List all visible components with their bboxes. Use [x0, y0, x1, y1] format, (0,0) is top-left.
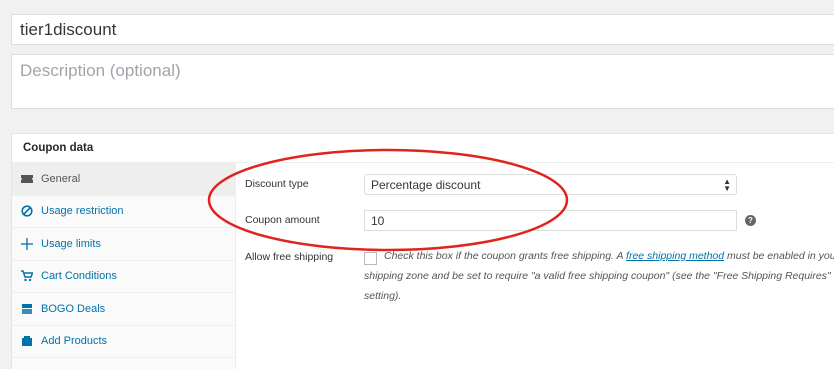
discount-type-select[interactable]: Percentage discount ▲ ▼: [364, 174, 737, 195]
general-fields: Discount type Percentage discount ▲ ▼ Cou…: [236, 163, 834, 369]
tab-label: Add Products: [41, 335, 108, 348]
ticket-icon: [20, 172, 33, 185]
coupon-data-panel: Coupon data General Usage restriction Us…: [11, 133, 834, 369]
tab-cart-conditions[interactable]: Cart Conditions: [12, 261, 235, 293]
discount-type-label: Discount type: [245, 178, 309, 190]
no-entry-icon: [20, 205, 33, 218]
deals-icon: [20, 302, 33, 315]
help-icon[interactable]: ?: [745, 215, 756, 226]
tab-bogo-deals[interactable]: BOGO Deals: [12, 293, 235, 326]
discount-type-value: Percentage discount: [371, 178, 481, 192]
free-shipping-method-link[interactable]: free shipping method: [626, 250, 724, 262]
tab-usage-limits[interactable]: Usage limits: [12, 228, 235, 261]
coupon-tabs: General Usage restriction Usage limits C…: [12, 163, 236, 369]
crosshair-icon: [20, 237, 33, 250]
free-shipping-description: Check this box if the coupon grants free…: [364, 246, 834, 306]
free-shipping-text-before: Check this box if the coupon grants free…: [384, 250, 627, 262]
coupon-amount-input[interactable]: [364, 210, 737, 231]
tab-label: Usage limits: [41, 237, 101, 250]
tab-label: BOGO Deals: [41, 302, 106, 315]
coupon-title-input[interactable]: [11, 14, 834, 45]
free-shipping-label: Allow free shipping: [245, 251, 334, 263]
tab-label: Usage restriction: [41, 205, 124, 218]
panel-title: Coupon data: [12, 134, 834, 163]
tab-general[interactable]: General: [12, 163, 235, 196]
tab-add-products[interactable]: Add Products: [12, 326, 235, 358]
tab-label: Cart Conditions: [41, 270, 117, 283]
products-icon: [20, 335, 33, 348]
tab-usage-restriction[interactable]: Usage restriction: [12, 196, 235, 228]
coupon-amount-label: Coupon amount: [245, 214, 320, 226]
tab-label: General: [41, 172, 81, 185]
chevron-updown-icon: ▲ ▼: [723, 177, 731, 193]
cart-icon: [20, 270, 33, 283]
description-field[interactable]: Description (optional): [11, 54, 834, 109]
